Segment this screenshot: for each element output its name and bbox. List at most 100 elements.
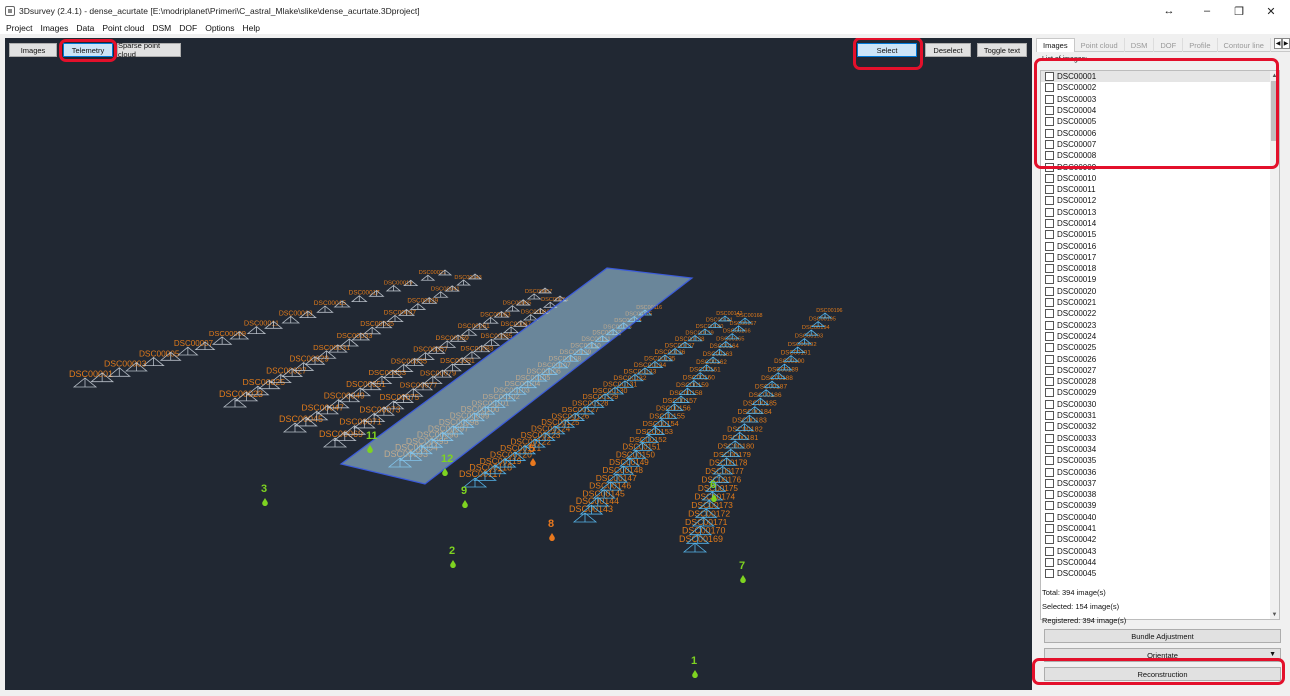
list-item[interactable]: DSC00024 (1041, 331, 1279, 342)
restore-size-icon[interactable]: ↔ (1150, 0, 1188, 22)
image-checkbox[interactable] (1045, 467, 1054, 477)
deselect-button[interactable]: Deselect (925, 43, 971, 57)
image-checkbox[interactable] (1045, 275, 1054, 285)
image-checkbox[interactable] (1045, 501, 1054, 511)
menu-options[interactable]: Options (205, 23, 234, 33)
image-checkbox[interactable] (1045, 185, 1054, 195)
reconstruction-button[interactable]: Reconstruction (1044, 667, 1281, 681)
image-checkbox[interactable] (1045, 252, 1054, 262)
tab-contour-line[interactable]: Contour line (1218, 38, 1271, 52)
image-checkbox[interactable] (1045, 83, 1054, 93)
menu-point-cloud[interactable]: Point cloud (102, 23, 144, 33)
list-item[interactable]: DSC00030 (1041, 399, 1279, 410)
image-checkbox[interactable] (1045, 433, 1054, 443)
list-item[interactable]: DSC00033 (1041, 433, 1279, 444)
list-item[interactable]: DSC00032 (1041, 421, 1279, 432)
tab-point-cloud[interactable]: Point cloud (1075, 38, 1125, 52)
list-item[interactable]: DSC00003 (1041, 94, 1279, 105)
list-item[interactable]: DSC00040 (1041, 512, 1279, 523)
scroll-thumb[interactable] (1271, 81, 1278, 141)
list-item[interactable]: DSC00038 (1041, 489, 1279, 500)
image-checkbox[interactable] (1045, 151, 1054, 161)
list-item[interactable]: DSC00025 (1041, 342, 1279, 353)
list-item[interactable]: DSC00006 (1041, 127, 1279, 138)
image-checkbox[interactable] (1045, 94, 1054, 104)
camera-scene[interactable]: DSC00001DSC00003DSC00005DSC00007DSC00009… (5, 38, 1032, 690)
image-checkbox[interactable] (1045, 298, 1054, 308)
list-item[interactable]: DSC00008 (1041, 150, 1279, 161)
image-checkbox[interactable] (1045, 117, 1054, 127)
image-checkbox[interactable] (1045, 207, 1054, 217)
image-checkbox[interactable] (1045, 162, 1054, 172)
list-item[interactable]: DSC00013 (1041, 207, 1279, 218)
scroll-down-icon[interactable]: ▼ (1270, 610, 1279, 619)
list-item[interactable]: DSC00016 (1041, 240, 1279, 251)
image-checkbox[interactable] (1045, 72, 1054, 82)
image-checkbox[interactable] (1045, 173, 1054, 183)
image-checkbox[interactable] (1045, 388, 1054, 398)
image-checkbox[interactable] (1045, 456, 1054, 466)
list-item[interactable]: DSC00027 (1041, 365, 1279, 376)
list-item[interactable]: DSC00020 (1041, 286, 1279, 297)
image-checkbox[interactable] (1045, 196, 1054, 206)
tab-dof[interactable]: DOF (1154, 38, 1184, 52)
scroll-up-icon[interactable]: ▲ (1270, 71, 1279, 80)
list-item[interactable]: DSC00029 (1041, 387, 1279, 398)
image-checkbox[interactable] (1045, 365, 1054, 375)
list-item[interactable]: DSC00043 (1041, 545, 1279, 556)
tab-scroll-right-icon[interactable]: ▶ (1282, 38, 1290, 49)
list-item[interactable]: DSC00001 (1041, 71, 1279, 83)
image-checkbox[interactable] (1045, 354, 1054, 364)
tab-dsm[interactable]: DSM (1125, 38, 1155, 52)
list-item[interactable]: DSC00015 (1041, 229, 1279, 240)
list-item[interactable]: DSC00004 (1041, 105, 1279, 116)
list-item[interactable]: DSC00044 (1041, 557, 1279, 568)
list-item[interactable]: DSC00045 (1041, 568, 1279, 579)
image-checkbox[interactable] (1045, 264, 1054, 274)
list-item[interactable]: DSC00017 (1041, 252, 1279, 263)
list-item[interactable]: DSC00010 (1041, 173, 1279, 184)
select-button[interactable]: Select (857, 43, 917, 57)
images-toggle-button[interactable]: Images (9, 43, 57, 57)
image-checkbox[interactable] (1045, 546, 1054, 556)
3d-viewport[interactable]: DSC00001 DSC00003 DSC00005 DSC00007 DSC00009… (5, 38, 1032, 690)
menu-dof[interactable]: DOF (179, 23, 197, 33)
image-checkbox[interactable] (1045, 343, 1054, 353)
list-item[interactable]: DSC00023 (1041, 320, 1279, 331)
tab-images[interactable]: Images (1036, 38, 1075, 52)
toggle-text-button[interactable]: Toggle text (977, 43, 1027, 57)
list-item[interactable]: DSC00026 (1041, 353, 1279, 364)
list-item[interactable]: DSC00019 (1041, 274, 1279, 285)
tab-scroll-left-icon[interactable]: ◀ (1274, 38, 1282, 49)
image-checkbox[interactable] (1045, 444, 1054, 454)
image-checkbox[interactable] (1045, 241, 1054, 251)
close-icon[interactable]: ✕ (1252, 0, 1290, 22)
list-item[interactable]: DSC00028 (1041, 376, 1279, 387)
image-checkbox[interactable] (1045, 331, 1054, 341)
image-checkbox[interactable] (1045, 128, 1054, 138)
orientate-combo[interactable]: Orientate ▼ (1044, 648, 1281, 662)
image-checkbox[interactable] (1045, 106, 1054, 116)
menu-data[interactable]: Data (76, 23, 94, 33)
list-item[interactable]: DSC00041 (1041, 523, 1279, 534)
list-item[interactable]: DSC00021 (1041, 297, 1279, 308)
image-checkbox[interactable] (1045, 139, 1054, 149)
image-checkbox[interactable] (1045, 569, 1054, 579)
menu-project[interactable]: Project (6, 23, 32, 33)
image-checkbox[interactable] (1045, 230, 1054, 240)
image-checkbox[interactable] (1045, 557, 1054, 567)
menu-images[interactable]: Images (40, 23, 68, 33)
list-item[interactable]: DSC00011 (1041, 184, 1279, 195)
image-checkbox[interactable] (1045, 535, 1054, 545)
image-checkbox[interactable] (1045, 320, 1054, 330)
list-item[interactable]: DSC00042 (1041, 534, 1279, 545)
telemetry-toggle-button[interactable]: Telemetry (63, 43, 113, 57)
list-item[interactable]: DSC00034 (1041, 444, 1279, 455)
tab-profile[interactable]: Profile (1183, 38, 1218, 52)
list-item[interactable]: DSC00035 (1041, 455, 1279, 466)
list-item[interactable]: DSC00037 (1041, 478, 1279, 489)
image-checkbox[interactable] (1045, 377, 1054, 387)
menu-dsm[interactable]: DSM (152, 23, 171, 33)
image-checkbox[interactable] (1045, 512, 1054, 522)
image-checkbox[interactable] (1045, 286, 1054, 296)
